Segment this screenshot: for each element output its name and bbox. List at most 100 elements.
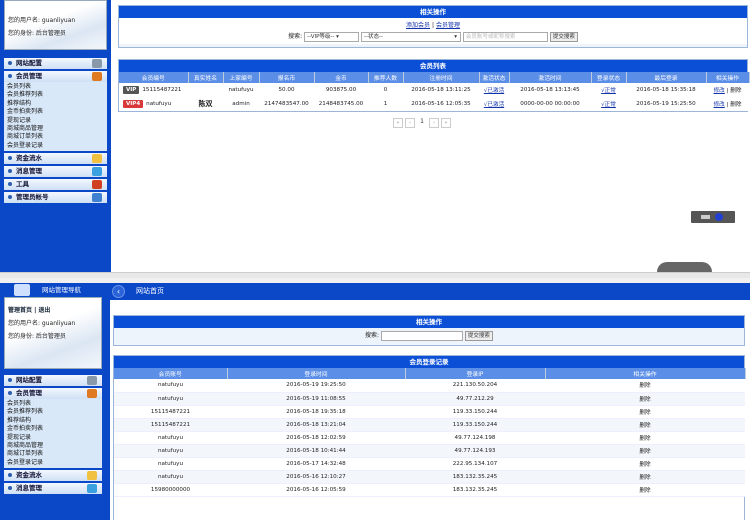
submenu-item[interactable]: 会员推荐列表 bbox=[7, 408, 99, 416]
menu-label: 网站配置 bbox=[16, 376, 42, 384]
vip-level-select[interactable]: --VIP等级-- ▾ bbox=[304, 31, 360, 42]
menu-1[interactable]: 网站配置 bbox=[4, 375, 102, 386]
logout-link[interactable]: 退出 bbox=[38, 307, 50, 314]
table-cell: 2016-05-18 15:35:18 bbox=[626, 83, 706, 97]
table-row: 15115487221 2016-05-18 13:21:04 119.33.150… bbox=[114, 418, 745, 432]
table-cell: 2016-05-16 12:05:59 bbox=[227, 483, 405, 497]
submenu-item[interactable]: 提现记录 bbox=[7, 434, 99, 442]
table-cell: 2016-05-18 12:02:59 bbox=[227, 431, 405, 445]
prev-page-button[interactable]: ‹ bbox=[405, 118, 415, 128]
table-cell: 49.77.124.198 bbox=[405, 431, 545, 445]
next-page-button[interactable]: › bbox=[429, 118, 439, 128]
login-records-panel: 会员登录记录 会员账号 登录时间 登录IP 相关操作 natufuyu 2016-05-… bbox=[113, 355, 746, 520]
delete-link[interactable]: 删除 bbox=[545, 405, 745, 419]
back-icon[interactable]: ‹ bbox=[112, 285, 125, 298]
delete-link[interactable]: 删除 bbox=[545, 470, 745, 484]
table-cell: 2016-05-16 12:05:35 bbox=[403, 97, 479, 111]
table-row: natufuyu 2016-05-19 19:25:50 221.130.50.20… bbox=[114, 379, 745, 393]
submenu-item[interactable]: 推荐结构 bbox=[7, 417, 99, 425]
table-cell bbox=[188, 83, 223, 97]
cell-text: 1 bbox=[383, 101, 388, 107]
menu-3[interactable]: 资金流水 bbox=[4, 470, 102, 482]
status-link[interactable]: √正常 bbox=[601, 88, 616, 94]
sidebar: 网站管理导航 管理首页 | 退出 您的用户名: guanliyuan 您的身份:… bbox=[0, 283, 106, 520]
edit-link[interactable]: 修改 bbox=[714, 102, 725, 108]
menu-3[interactable]: 资金流水 bbox=[4, 153, 107, 165]
table-cell: √已激活 bbox=[479, 83, 509, 97]
submenu-item[interactable]: 推荐结构 bbox=[7, 100, 104, 108]
status-link[interactable]: √已激活 bbox=[484, 102, 504, 108]
menu-4[interactable]: 消息管理 bbox=[4, 166, 107, 178]
cell-text: 50.00 bbox=[278, 87, 295, 93]
delete-link[interactable]: 删除 bbox=[545, 379, 745, 393]
table-cell: 2016-05-19 19:25:50 bbox=[227, 379, 405, 393]
submit-search-button[interactable]: 提交搜索 bbox=[464, 330, 493, 341]
table-cell: 183.132.35.245 bbox=[405, 483, 545, 497]
username-label: 您的用户名: guanliyuan bbox=[8, 320, 76, 327]
menu-label: 资金流水 bbox=[16, 471, 42, 480]
menu-1[interactable]: 网站配置 bbox=[4, 58, 107, 69]
delete-link[interactable]: 删除 bbox=[545, 457, 745, 471]
menu-4[interactable]: 消息管理 bbox=[4, 483, 102, 495]
submenu-item[interactable]: 会员推荐列表 bbox=[7, 91, 104, 99]
delete-link[interactable]: 删除 bbox=[545, 431, 745, 445]
cell-text: 2148483745.00 bbox=[318, 101, 364, 107]
submenu-item[interactable]: 金币拍卖列表 bbox=[7, 425, 99, 433]
submenu-item[interactable]: 提现记录 bbox=[7, 117, 104, 125]
table-cell: admin bbox=[223, 97, 259, 111]
column-header: 金币 bbox=[314, 72, 369, 83]
table-cell: 2148483745.00 bbox=[314, 97, 368, 111]
status-link[interactable]: √已激活 bbox=[484, 88, 504, 94]
delete-link[interactable]: 删除 bbox=[545, 483, 745, 497]
menu-2[interactable]: 会员管理 bbox=[4, 71, 107, 82]
table-cell: natufuyu bbox=[114, 470, 227, 484]
delete-link[interactable]: 删除 bbox=[730, 88, 741, 94]
last-page-button[interactable]: » bbox=[441, 118, 451, 128]
menu-label: 管理员帐号 bbox=[16, 193, 49, 202]
member-manage-link[interactable]: 会员管理 bbox=[436, 22, 460, 29]
decorative-shape bbox=[657, 262, 712, 272]
menu-icon bbox=[92, 180, 102, 190]
table-cell: 2016-05-16 12:10:27 bbox=[227, 470, 405, 484]
actions-cell: 修改 | 删除 bbox=[706, 97, 749, 111]
delete-link[interactable]: 删除 bbox=[545, 392, 745, 406]
cell-text: 2016-05-19 15:25:50 bbox=[636, 101, 696, 107]
menu-icon bbox=[92, 154, 102, 164]
submenu-item[interactable]: 会员登录记录 bbox=[7, 459, 99, 467]
username-label: 您的用户名: guanliyuan bbox=[8, 17, 76, 24]
user-info: 管理首页 | 退出 您的用户名: guanliyuan 您的身份: 后台管理员 bbox=[4, 297, 102, 369]
status-select[interactable]: --状态-- ▾ bbox=[361, 31, 461, 42]
submenu-item[interactable]: 会员登录记录 bbox=[7, 142, 104, 150]
search-label: 搜索: bbox=[288, 33, 303, 40]
submenu-item[interactable]: 商城订单列表 bbox=[7, 133, 104, 141]
column-header: 登录状态 bbox=[591, 72, 627, 83]
search-placeholder: 会员账号或昵称搜索 bbox=[465, 33, 516, 40]
menu-5[interactable]: 工具 bbox=[4, 179, 107, 191]
submit-search-button[interactable]: 提交搜索 bbox=[549, 31, 578, 42]
edit-link[interactable]: 修改 bbox=[714, 88, 725, 94]
actions-cell: 修改 | 删除 bbox=[706, 83, 749, 97]
delete-link[interactable]: 删除 bbox=[545, 444, 745, 458]
submenu-item[interactable]: 金币拍卖列表 bbox=[7, 108, 104, 116]
status-link[interactable]: √正常 bbox=[601, 102, 616, 108]
table-cell: natufuyu bbox=[114, 392, 227, 406]
add-member-link[interactable]: 添加会员 bbox=[406, 22, 430, 29]
search-input[interactable]: 会员账号或昵称搜索 bbox=[462, 31, 548, 42]
menu-2[interactable]: 会员管理 bbox=[4, 388, 102, 399]
table-cell: 49.77.212.29 bbox=[405, 392, 545, 406]
current-page[interactable]: 1 bbox=[417, 118, 427, 128]
member-list-panel: 会员列表 会员编号 真实姓名 上家编号 报名币 金币 推荐人数 注册时间 激活状态 激活时间 登录… bbox=[118, 59, 750, 112]
menu-6[interactable]: 管理员帐号 bbox=[4, 192, 107, 204]
first-page-button[interactable]: « bbox=[393, 118, 403, 128]
delete-link[interactable]: 删除 bbox=[730, 102, 741, 108]
expand-icon bbox=[8, 378, 12, 382]
admin-home-link[interactable]: 管理首页 bbox=[8, 307, 32, 314]
ime-toolbar[interactable] bbox=[691, 211, 735, 223]
delete-link[interactable]: 删除 bbox=[545, 418, 745, 432]
table-cell: VIP4 natufuyu bbox=[119, 97, 188, 111]
submenu-item[interactable]: 商城订单列表 bbox=[7, 450, 99, 458]
cell-text: 15115487221 bbox=[142, 87, 182, 93]
table-row: VIP 15115487221 natufuyu 50.00 903875.00 0 201… bbox=[119, 83, 749, 97]
table-row: natufuyu 2016-05-17 14:32:48 222.95.134.10… bbox=[114, 457, 745, 471]
search-input[interactable] bbox=[381, 330, 463, 341]
